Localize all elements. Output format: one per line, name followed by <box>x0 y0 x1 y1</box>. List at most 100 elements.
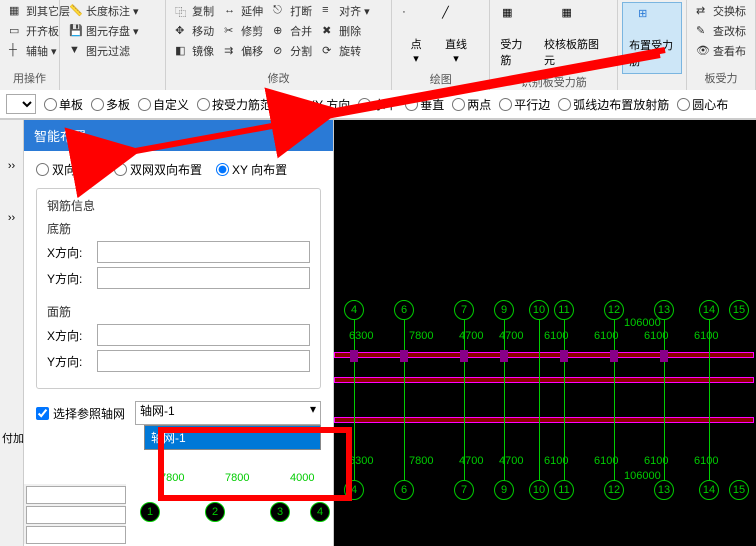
ref-grid-checkbox[interactable]: 选择参照轴网 <box>36 405 125 422</box>
group-slab-label: 板受力 <box>691 68 751 88</box>
dimension: 6100 <box>644 455 668 467</box>
drawing-canvas[interactable]: 4 6 7 9 10 11 12 13 14 15 6300 7800 4700… <box>334 120 756 546</box>
swap-icon: ⇄ <box>696 4 710 18</box>
dimension: 6100 <box>694 455 718 467</box>
axis-bubble: 12 <box>604 480 624 500</box>
ref-grid-select[interactable]: 轴网-1▾ <box>135 401 321 425</box>
axis-icon: ┼ <box>9 44 23 58</box>
dimension: 6100 <box>594 455 618 467</box>
dimension-total: 106000 <box>624 470 661 482</box>
y-dir-label-1: Y方向: <box>47 270 91 287</box>
bottom-bar-label: 底筋 <box>47 220 310 237</box>
copy-button[interactable]: ⿻复制 <box>173 2 216 20</box>
radio-single-board[interactable]: 单板 <box>44 96 83 113</box>
recognize-sub2[interactable]: ▦校核板筋图元 <box>538 2 613 72</box>
bottom-input-2[interactable] <box>26 506 126 524</box>
dimension: 4000 <box>290 472 314 484</box>
offset-button[interactable]: ⇉偏移 <box>222 42 265 60</box>
align-button[interactable]: ≡对齐▾ <box>320 2 372 20</box>
side-add-label[interactable]: 付加 <box>2 430 24 446</box>
extend-button[interactable]: ↔延伸 <box>222 2 265 20</box>
dimension: 7800 <box>409 330 433 342</box>
ref-grid-option-1[interactable]: 轴网-1 <box>145 426 320 449</box>
dimension: 7800 <box>160 472 184 484</box>
mode-dropdown[interactable] <box>6 94 36 114</box>
rebar-icon: ▦ <box>502 6 530 34</box>
axis-bubble: 4 <box>344 300 364 320</box>
recognize-sub1[interactable]: ▦受力筋 <box>494 2 538 72</box>
top-y-input[interactable] <box>97 350 310 372</box>
chevron-down-icon: ▾ <box>413 52 419 65</box>
radio-xy-layout[interactable]: XY 向布置 <box>216 161 287 178</box>
chevron-down-icon: ▾ <box>364 5 370 18</box>
radio-center[interactable]: 圆心布 <box>677 96 728 113</box>
bottom-input-3[interactable] <box>26 526 126 544</box>
layer-filter-button[interactable]: ▼图元过滤 <box>67 42 141 60</box>
trim-icon: ✂ <box>224 24 238 38</box>
axis-bubble: 10 <box>529 300 549 320</box>
side-expand-icon[interactable]: ›› <box>8 160 15 172</box>
axis-bubble: 9 <box>494 480 514 500</box>
bottom-input-1[interactable] <box>26 486 126 504</box>
layer-save-button[interactable]: 💾图元存盘▾ <box>67 22 141 40</box>
delete-icon: ✖ <box>322 24 336 38</box>
radio-horizontal[interactable]: 水平 <box>358 96 397 113</box>
radio-xy-direction[interactable]: XY 方向 <box>292 96 350 113</box>
line-tool[interactable]: ╱直线▾ <box>436 2 476 69</box>
radio-dual-net[interactable]: 双网双向布置 <box>114 161 202 178</box>
delete-button[interactable]: ✖删除 <box>320 22 372 40</box>
rotate-icon: ⟳ <box>322 44 336 58</box>
radio-two-points[interactable]: 两点 <box>452 96 491 113</box>
trim-button[interactable]: ✂修剪 <box>222 22 265 40</box>
bottom-x-input[interactable] <box>97 241 310 263</box>
layout-rebar-icon: ⊞ <box>638 7 666 35</box>
check-icon: ▦ <box>562 6 590 34</box>
swap-label-button[interactable]: ⇄交换标 <box>694 2 748 20</box>
save-icon: 💾 <box>69 24 83 38</box>
break-icon: ⎋ <box>273 4 287 18</box>
dimension-total: 106000 <box>624 317 661 329</box>
point-tool[interactable]: ·点▾ <box>396 2 436 69</box>
radio-by-rebar-range[interactable]: 按受力筋范围 <box>197 96 284 113</box>
move-button[interactable]: ✥移动 <box>173 22 216 40</box>
group-recognize-label: 识别板受力筋 <box>494 72 613 92</box>
side-expand-icon-2[interactable]: ›› <box>8 212 15 224</box>
length-dim-button[interactable]: 📏长度标注▾ <box>67 2 141 20</box>
radio-vertical[interactable]: 垂直 <box>405 96 444 113</box>
split-button[interactable]: ⊘分割 <box>271 42 314 60</box>
axis-bubble: 12 <box>604 300 624 320</box>
merge-button[interactable]: ⊕合并 <box>271 22 314 40</box>
rotate-button[interactable]: ⟳旋转 <box>320 42 372 60</box>
radio-multi-board[interactable]: 多板 <box>91 96 130 113</box>
axis-bubble: 2 <box>205 502 225 522</box>
axis-bubble: 4 <box>344 480 364 500</box>
layout-mode-radio-bar: 单板 多板 自定义 按受力筋范围 XY 方向 水平 垂直 两点 平行边 弧线边布… <box>0 90 756 119</box>
radio-custom[interactable]: 自定义 <box>138 96 189 113</box>
ruler-icon: 📏 <box>69 4 83 18</box>
dimension: 4700 <box>459 455 483 467</box>
view-edit-button[interactable]: ✎查改标 <box>694 22 748 40</box>
view-layout-button[interactable]: 👁查看布 <box>694 42 748 60</box>
dimension: 4700 <box>499 330 523 342</box>
radio-arc-radial[interactable]: 弧线边布置放射筋 <box>558 96 669 113</box>
top-bar-label: 面筋 <box>47 303 310 320</box>
align2-icon: ≡ <box>322 4 336 18</box>
dimension: 6100 <box>694 330 718 342</box>
layout-rebar-button[interactable]: ⊞ 布置受力筋 <box>622 2 682 74</box>
chevron-down-icon: ▾ <box>133 5 139 18</box>
align-icon: ▭ <box>9 24 23 38</box>
bottom-y-input[interactable] <box>97 267 310 289</box>
mirror-icon: ◧ <box>175 44 189 58</box>
split-icon: ⊘ <box>273 44 287 58</box>
move-icon: ✥ <box>175 24 189 38</box>
merge-icon: ⊕ <box>273 24 287 38</box>
dimension: 6100 <box>544 455 568 467</box>
top-x-input[interactable] <box>97 324 310 346</box>
break-button[interactable]: ⎋打断 <box>271 2 314 20</box>
radio-parallel[interactable]: 平行边 <box>499 96 550 113</box>
x-dir-label-2: X方向: <box>47 327 91 344</box>
axis-bubble: 6 <box>394 300 414 320</box>
mirror-button[interactable]: ◧镜像 <box>173 42 216 60</box>
radio-bidirectional[interactable]: 双向布置 <box>36 161 100 178</box>
axis-bubble: 11 <box>554 300 574 320</box>
